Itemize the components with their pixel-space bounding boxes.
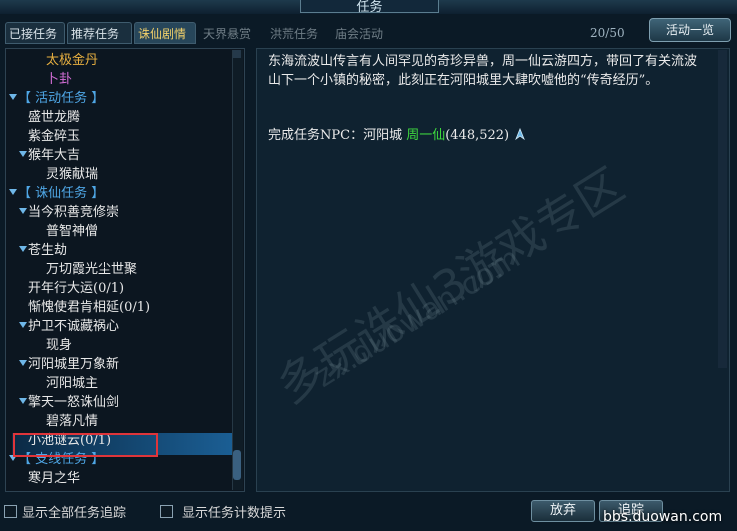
quest-tree-label: 灵猴献瑞	[46, 167, 99, 182]
expand-arrow-icon[interactable]	[18, 358, 28, 368]
quest-tree-item[interactable]: 河阳城里万象新	[18, 356, 119, 374]
show-count-checkbox[interactable]	[160, 505, 173, 518]
detail-scrollbar[interactable]	[718, 50, 727, 368]
quest-tree-label: 河阳城里万象新	[28, 357, 120, 372]
quest-tree-label: 普智神僧	[46, 224, 99, 239]
tree-scrollbar[interactable]	[232, 50, 243, 490]
quest-tree-item[interactable]: 太极金丹	[36, 52, 98, 70]
expand-arrow-icon[interactable]	[18, 320, 28, 330]
activity-list-button[interactable]: 活动一览	[649, 18, 731, 42]
quest-tree-item[interactable]: 河阳城主	[36, 375, 98, 393]
quest-tree-label: 太极金丹	[46, 53, 99, 68]
quest-tree-item[interactable]: 灵猴献瑞	[36, 166, 98, 184]
tab-recommended[interactable]: 推荐任务	[67, 22, 132, 44]
quest-tree-item[interactable]: 猴年大吉	[18, 147, 80, 165]
show-all-track-label: 显示全部任务追踪	[22, 506, 127, 521]
quest-tree-item[interactable]: 当今积善竞修崇	[18, 204, 119, 222]
tree-scroll-thumb[interactable]	[233, 450, 241, 480]
quest-tree-item[interactable]: 碧落凡情	[36, 413, 98, 431]
expand-arrow-icon[interactable]	[8, 92, 18, 102]
quest-tree-label: 开年行大运(0/1)	[28, 281, 125, 296]
show-count-label: 显示任务计数提示	[182, 506, 287, 521]
quest-description: 东海流波山传言有人间罕见的奇珍异兽，周一仙云游四方，带回了有关流波山下一个小镇的…	[268, 54, 698, 88]
quest-counter: 20/50	[590, 26, 625, 40]
quest-npc-line: 完成任务NPC：河阳城 周一仙(448,522)	[268, 124, 527, 143]
quest-tree-label: 猴年大吉	[28, 148, 81, 163]
quest-tree-item[interactable]: 寒月之华	[18, 470, 80, 488]
window-title: 任务	[300, 0, 439, 15]
quest-tree-label: 苍生劫	[28, 243, 68, 258]
quest-tree-label: 卜卦	[46, 72, 73, 87]
tab-temple-fair[interactable]: 庙会活动	[331, 22, 393, 44]
quest-tree-panel: 太极金丹卜卦【 活动任务 】盛世龙腾紫金碎玉猴年大吉灵猴献瑞【 诛仙任务 】当今…	[5, 48, 245, 492]
abandon-button[interactable]: 放弃	[531, 500, 595, 522]
selection-annotation-box	[13, 433, 158, 457]
quest-tree-label: 惭愧使君肯相延(0/1)	[28, 300, 151, 315]
npc-name-link[interactable]: 周一仙	[406, 128, 445, 143]
auto-path-icon[interactable]	[513, 127, 527, 141]
npc-coordinates: (448,522)	[445, 128, 510, 143]
quest-tree-item[interactable]: 擎天一怒诛仙剑	[18, 394, 119, 412]
tab-wilderness[interactable]: 洪荒任务	[266, 22, 328, 44]
quest-tree-item[interactable]: 苍生劫	[18, 242, 67, 260]
show-all-track-checkbox[interactable]	[4, 505, 17, 518]
site-watermark: bbs.duowan.com	[603, 509, 723, 525]
quest-tree-item[interactable]: 开年行大运(0/1)	[18, 280, 124, 298]
quest-tree-item[interactable]: 【 诛仙任务 】	[8, 185, 104, 203]
quest-tree-item[interactable]: 卜卦	[36, 71, 72, 89]
tab-accepted[interactable]: 已接任务	[5, 22, 65, 44]
expand-arrow-icon[interactable]	[18, 206, 28, 216]
tab-zhuxian-story[interactable]: 诛仙剧情	[134, 22, 196, 44]
quest-tree-item[interactable]: 【 活动任务 】	[8, 90, 104, 108]
quest-tree-label: 当今积善竞修崇	[28, 205, 120, 220]
quest-tree-item[interactable]: 护卫不诚藏祸心	[18, 318, 119, 336]
npc-prefix: 完成任务NPC：河阳城	[268, 128, 407, 143]
quest-tree-label: 擎天一怒诛仙剑	[28, 395, 120, 410]
quest-tree-item[interactable]: 盛世龙腾	[18, 109, 80, 127]
quest-tree-label: 盛世龙腾	[28, 110, 81, 125]
quest-tree-label: 护卫不诚藏祸心	[28, 319, 120, 334]
quest-tree-item[interactable]: 万切霞光尘世聚	[36, 261, 137, 279]
scroll-up-arrow-icon[interactable]	[233, 50, 241, 58]
quest-tree-label: 河阳城主	[46, 376, 99, 391]
expand-arrow-icon[interactable]	[18, 396, 28, 406]
quest-tree-label: 碧落凡情	[46, 414, 99, 429]
tab-heaven-bounty[interactable]: 天界悬赏	[199, 22, 263, 44]
expand-arrow-icon[interactable]	[18, 149, 28, 159]
quest-tree-item[interactable]: 惭愧使君肯相延(0/1)	[18, 299, 150, 317]
quest-tree-label: 【 诛仙任务 】	[18, 186, 105, 201]
quest-tree-item[interactable]: 紫金碎玉	[18, 128, 80, 146]
quest-detail-panel	[256, 48, 730, 492]
quest-tree-item[interactable]: 现身	[36, 337, 72, 355]
quest-tree-label: 【 活动任务 】	[18, 91, 105, 106]
expand-arrow-icon[interactable]	[18, 244, 28, 254]
expand-arrow-icon[interactable]	[8, 187, 18, 197]
quest-tree-label: 万切霞光尘世聚	[46, 262, 138, 277]
quest-tree-label: 寒月之华	[28, 471, 81, 486]
quest-tree-label: 现身	[46, 338, 73, 353]
quest-tree-label: 紫金碎玉	[28, 129, 81, 144]
quest-tree-item[interactable]: 普智神僧	[36, 223, 98, 241]
